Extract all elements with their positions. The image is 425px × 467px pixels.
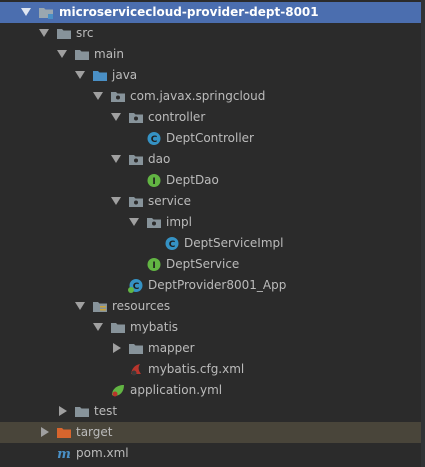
tree-item-impl[interactable]: impl <box>0 212 425 233</box>
tree-item-test[interactable]: test <box>0 401 425 422</box>
tree-item-label: mapper <box>148 341 195 355</box>
project-tree: microservicecloud-provider-dept-8001 src… <box>0 0 425 467</box>
chevron-down-icon[interactable] <box>21 8 31 16</box>
tree-item-label: mybatis.cfg.xml <box>148 362 245 376</box>
resources-folder-icon <box>92 299 108 314</box>
interface-icon: I <box>146 173 162 188</box>
chevron-down-icon[interactable] <box>75 302 85 310</box>
chevron-right-icon[interactable] <box>41 427 49 437</box>
chevron-down-icon[interactable] <box>39 29 49 37</box>
tree-item-service[interactable]: service <box>0 191 425 212</box>
package-icon <box>128 194 144 209</box>
folder-icon <box>110 320 126 335</box>
source-root-folder-icon <box>92 68 108 83</box>
chevron-right-icon[interactable] <box>113 343 121 353</box>
tree-item-target[interactable]: target <box>0 422 425 443</box>
folder-icon <box>74 47 90 62</box>
tree-item-label: service <box>148 194 191 208</box>
tree-item-deptservice[interactable]: I DeptService <box>0 254 425 275</box>
tree-item-java[interactable]: java <box>0 65 425 86</box>
tree-item-deptserviceimpl[interactable]: C DeptServiceImpl <box>0 233 425 254</box>
tree-item-label: mybatis <box>130 320 179 334</box>
tree-item-label: test <box>94 404 118 418</box>
tree-item-label: microservicecloud-provider-dept-8001 <box>59 5 319 19</box>
tree-item-label: DeptController <box>166 131 254 145</box>
tree-item-mybatis-cfg[interactable]: mybatis.cfg.xml <box>0 359 425 380</box>
interface-icon: I <box>146 257 162 272</box>
excluded-folder-icon <box>56 425 72 440</box>
chevron-down-icon[interactable] <box>111 113 121 121</box>
package-icon <box>110 89 126 104</box>
tree-item-dao[interactable]: dao <box>0 149 425 170</box>
chevron-down-icon[interactable] <box>93 323 103 331</box>
module-folder-icon <box>38 5 54 20</box>
tree-item-application-yml[interactable]: application.yml <box>0 380 425 401</box>
folder-icon <box>74 404 90 419</box>
maven-icon: m <box>56 446 72 462</box>
tree-item-src[interactable]: src <box>0 23 425 44</box>
tree-item-package-root[interactable]: com.javax.springcloud <box>0 86 425 107</box>
tree-item-label: pom.xml <box>76 446 129 460</box>
folder-icon <box>56 26 72 41</box>
tree-item-deptprovider-app[interactable]: C DeptProvider8001_App <box>0 275 425 296</box>
chevron-down-icon[interactable] <box>93 92 103 100</box>
tree-item-controller[interactable]: controller <box>0 107 425 128</box>
tree-item-label: src <box>76 26 94 40</box>
tree-item-deptcontroller[interactable]: C DeptController <box>0 128 425 149</box>
svg-text:C: C <box>151 135 158 145</box>
tree-item-label: java <box>112 68 138 82</box>
chevron-down-icon[interactable] <box>111 197 121 205</box>
tree-item-label: controller <box>148 110 206 124</box>
tree-item-label: DeptServiceImpl <box>184 236 284 250</box>
tree-item-main[interactable]: main <box>0 44 425 65</box>
chevron-down-icon[interactable] <box>111 155 121 163</box>
tree-item-resources[interactable]: resources <box>0 296 425 317</box>
tree-item-label: impl <box>166 215 192 229</box>
tree-item-deptdao[interactable]: I DeptDao <box>0 170 425 191</box>
package-icon <box>128 152 144 167</box>
tree-item-pom[interactable]: m pom.xml <box>0 443 425 464</box>
folder-icon <box>128 341 144 356</box>
chevron-down-icon[interactable] <box>75 71 85 79</box>
panel-divider[interactable] <box>421 0 425 467</box>
svg-text:I: I <box>152 261 155 271</box>
tree-item-label: target <box>76 425 113 439</box>
svg-text:m: m <box>57 447 71 461</box>
chevron-down-icon[interactable] <box>57 50 67 58</box>
package-icon <box>128 110 144 125</box>
class-icon: C <box>164 236 180 251</box>
tree-item-label: main <box>94 47 124 61</box>
chevron-right-icon[interactable] <box>59 406 67 416</box>
tree-item-label: application.yml <box>130 383 223 397</box>
tree-item-mybatis[interactable]: mybatis <box>0 317 425 338</box>
tree-item-mapper[interactable]: mapper <box>0 338 425 359</box>
chevron-down-icon[interactable] <box>129 218 139 226</box>
tree-item-label: com.javax.springcloud <box>130 89 266 103</box>
tree-item-label: DeptProvider8001_App <box>148 278 287 292</box>
mybatis-xml-icon <box>128 362 144 377</box>
class-icon: C <box>146 131 162 146</box>
svg-text:I: I <box>152 177 155 187</box>
tree-item-module[interactable]: microservicecloud-provider-dept-8001 <box>0 2 425 23</box>
tree-item-label: DeptService <box>166 257 240 271</box>
svg-text:C: C <box>169 240 176 250</box>
tree-item-label: dao <box>148 152 171 166</box>
package-icon <box>146 215 162 230</box>
spring-yml-icon <box>110 383 126 398</box>
tree-item-label: DeptDao <box>166 173 219 187</box>
tree-item-label: resources <box>112 299 171 313</box>
spring-boot-class-icon: C <box>128 278 144 293</box>
